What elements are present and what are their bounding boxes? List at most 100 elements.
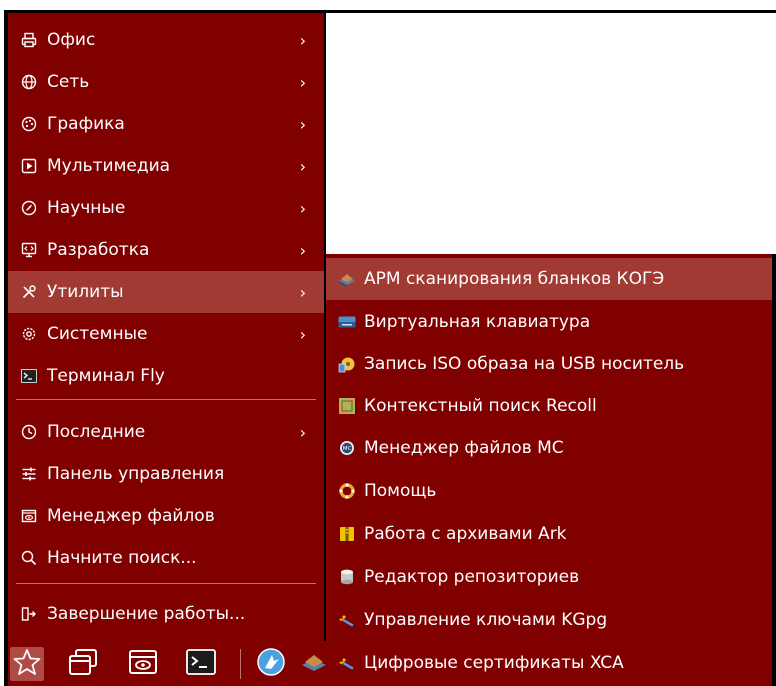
archive-icon — [338, 525, 356, 543]
terminal-launcher[interactable] — [184, 647, 218, 681]
submenu-item-iso-usb[interactable]: Запись ISO образа на USB носитель — [326, 343, 772, 385]
submenu-item-help[interactable]: Помощь — [326, 470, 772, 512]
submenu-item-label: Помощь — [364, 481, 437, 501]
tools-icon — [20, 283, 38, 301]
terminal-icon — [186, 648, 216, 680]
file-manager-icon — [20, 507, 38, 525]
submenu-item-label: Виртуальная клавиатура — [364, 312, 591, 332]
menu-item-label: Научные — [47, 198, 126, 218]
play-icon — [20, 157, 38, 175]
submenu-item-label: Управление ключами KGpg — [364, 610, 608, 630]
menu-item-system[interactable]: Системные › — [8, 313, 324, 355]
menu-item-graphics[interactable]: Графика › — [8, 103, 324, 145]
submenu-item-recoll[interactable]: Контекстный поиск Recoll — [326, 385, 772, 427]
palette-icon — [20, 115, 38, 133]
help-lifebuoy-icon — [338, 482, 356, 500]
mc-icon: MC — [338, 439, 356, 457]
menu-item-utilities[interactable]: Утилиты › — [8, 271, 324, 313]
submenu-item-scan-forms[interactable]: АРМ сканирования бланков КОГЭ — [326, 258, 772, 300]
menu-item-multimedia[interactable]: Мультимедиа › — [8, 145, 324, 187]
logout-icon — [20, 605, 38, 623]
scan-app-launcher[interactable] — [300, 647, 326, 681]
chevron-right-icon: › — [299, 72, 306, 92]
submenu-item-kgpg[interactable]: Управление ключами KGpg — [326, 599, 772, 641]
menu-item-label: Сеть — [47, 72, 90, 92]
fly-launcher[interactable] — [254, 647, 288, 681]
menu-item-label: Последние — [47, 422, 146, 442]
menu-item-label: Графика — [47, 114, 125, 134]
star-icon — [13, 648, 41, 680]
taskbar — [8, 641, 326, 686]
submenu-item-xca[interactable]: Цифровые сертификаты XCA — [326, 642, 772, 684]
desktop-area — [326, 13, 776, 254]
taskbar-divider — [240, 649, 241, 679]
compass-icon — [20, 199, 38, 217]
fly-icon — [256, 647, 286, 681]
menu-item-office[interactable]: Офис › — [8, 19, 324, 61]
chevron-right-icon: › — [299, 30, 306, 50]
sliders-icon — [20, 465, 38, 483]
recoll-icon — [338, 397, 356, 415]
terminal-icon — [20, 367, 38, 385]
menu-item-label: Мультимедиа — [47, 156, 171, 176]
menu-separator — [16, 399, 316, 400]
database-icon — [338, 568, 356, 586]
chevron-right-icon: › — [299, 198, 306, 218]
chevron-right-icon: › — [299, 240, 306, 260]
code-icon — [20, 241, 38, 259]
menu-item-recent[interactable]: Последние › — [8, 411, 324, 453]
menu-item-search[interactable]: Начните поиск... — [8, 537, 324, 579]
windows-icon — [68, 648, 98, 680]
show-windows-button[interactable] — [66, 647, 100, 681]
svg-text:MC: MC — [343, 446, 352, 452]
menu-item-terminal-fly[interactable]: Терминал Fly — [8, 355, 324, 397]
menu-item-development[interactable]: Разработка › — [8, 229, 324, 271]
submenu-item-label: Редактор репозиториев — [364, 567, 580, 587]
chevron-right-icon: › — [299, 422, 306, 442]
utilities-submenu: АРМ сканирования бланков КОГЭ Виртуальна… — [326, 254, 772, 686]
menu-item-file-manager[interactable]: Менеджер файлов — [8, 495, 324, 537]
submenu-item-virtual-keyboard[interactable]: Виртуальная клавиатура — [326, 301, 772, 343]
chevron-right-icon: › — [299, 114, 306, 134]
scanner-icon — [300, 649, 326, 679]
menu-item-label: Терминал Fly — [47, 366, 165, 386]
submenu-item-label: Менеджер файлов MC — [364, 438, 564, 458]
menu-item-label: Офис — [47, 30, 96, 50]
menu-item-control-panel[interactable]: Панель управления — [8, 453, 324, 495]
scanner-icon — [338, 270, 356, 288]
submenu-item-mc[interactable]: MC Менеджер файлов MC — [326, 427, 772, 469]
start-button[interactable] — [10, 647, 44, 681]
submenu-item-label: Работа с архивами Ark — [364, 524, 567, 544]
submenu-item-label: Цифровые сертификаты XCA — [364, 653, 624, 673]
file-manager-launcher[interactable] — [126, 647, 160, 681]
printer-icon — [20, 31, 38, 49]
chevron-right-icon: › — [299, 324, 306, 344]
start-menu: Офис › Сеть › Графика › Мультимедиа › На… — [8, 13, 324, 641]
search-icon — [20, 549, 38, 567]
menu-separator — [16, 583, 316, 584]
menu-item-label: Разработка — [47, 240, 150, 260]
key-icon — [338, 611, 356, 629]
menu-item-label: Завершение работы... — [47, 604, 246, 624]
menu-item-shutdown[interactable]: Завершение работы... — [8, 593, 324, 635]
chevron-right-icon: › — [299, 156, 306, 176]
submenu-item-repo-editor[interactable]: Редактор репозиториев — [326, 556, 772, 598]
menu-item-label: Системные — [47, 324, 148, 344]
menu-item-science[interactable]: Научные › — [8, 187, 324, 229]
eye-icon — [128, 648, 158, 680]
usb-writer-icon — [338, 355, 356, 373]
menu-item-label: Начните поиск... — [47, 548, 197, 568]
submenu-item-label: Контекстный поиск Recoll — [364, 396, 597, 416]
submenu-item-label: АРМ сканирования бланков КОГЭ — [364, 269, 665, 289]
submenu-item-label: Запись ISO образа на USB носитель — [364, 354, 685, 374]
menu-item-label: Утилиты — [47, 282, 124, 302]
certificate-icon — [338, 654, 356, 672]
keyboard-icon — [338, 313, 356, 331]
menu-item-network[interactable]: Сеть › — [8, 61, 324, 103]
submenu-item-ark[interactable]: Работа с архивами Ark — [326, 513, 772, 555]
menu-item-label: Менеджер файлов — [47, 506, 215, 526]
globe-icon — [20, 73, 38, 91]
clock-icon — [20, 423, 38, 441]
chevron-right-icon: › — [299, 282, 306, 302]
desktop-screen: Офис › Сеть › Графика › Мультимедиа › На… — [0, 0, 776, 686]
